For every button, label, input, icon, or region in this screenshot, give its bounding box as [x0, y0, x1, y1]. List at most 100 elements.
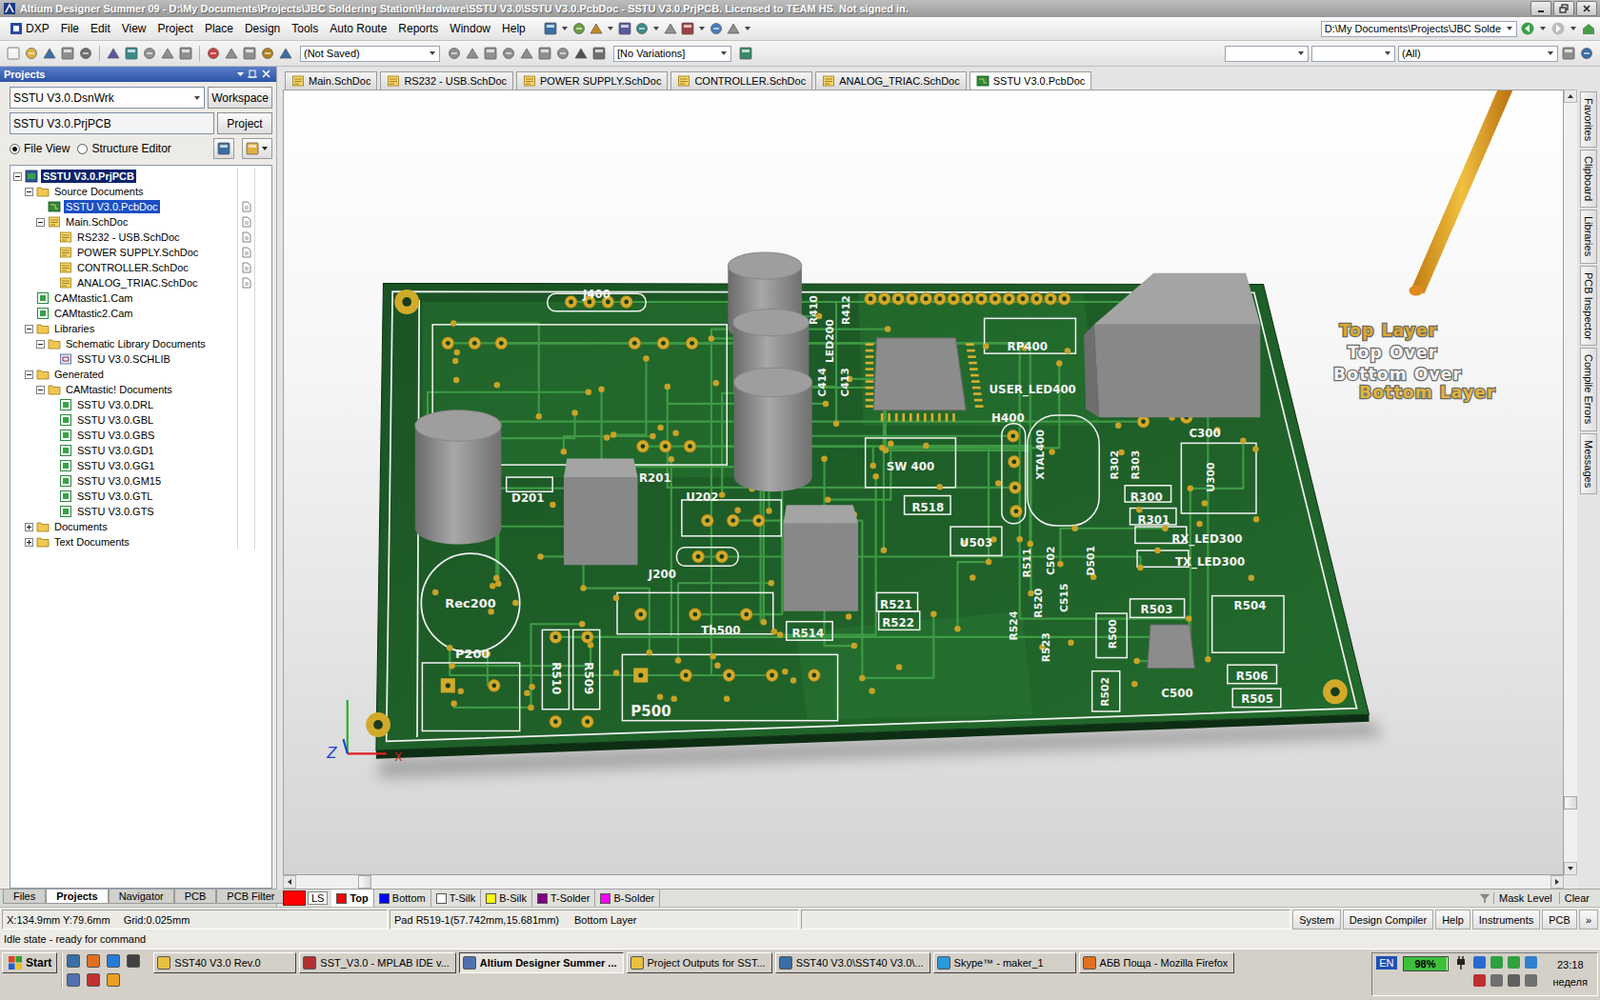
toolbar-icon[interactable]: [205, 45, 221, 61]
tree-item[interactable]: SSTU V3.0.GBL: [10, 412, 272, 428]
pad[interactable]: [947, 292, 960, 305]
dropdown-arrow-icon[interactable]: [1547, 51, 1554, 56]
panel-button[interactable]: Instruments: [1472, 909, 1540, 930]
clock[interactable]: 23:18 неделя: [1543, 953, 1595, 988]
filter-dropdown[interactable]: (All): [1398, 45, 1559, 62]
tree-item[interactable]: Libraries: [10, 320, 272, 337]
tray-icon[interactable]: [1507, 974, 1520, 987]
layer-tab[interactable]: B-Silk: [480, 889, 533, 907]
radio-icon[interactable]: [9, 143, 20, 155]
toolbar-icon[interactable]: [680, 20, 696, 37]
dropdown-arrow-icon[interactable]: [429, 51, 436, 56]
expander-icon[interactable]: [24, 324, 34, 334]
home-icon[interactable]: [1580, 20, 1597, 37]
expander-icon[interactable]: [36, 385, 45, 395]
pad[interactable]: [864, 292, 878, 305]
dropdown-arrow-icon[interactable]: [744, 26, 751, 31]
project-field[interactable]: SSTU V3.0.PrjPCB: [9, 112, 215, 135]
task-button[interactable]: Altium Designer Summer ...: [459, 952, 624, 974]
pad[interactable]: [685, 337, 699, 350]
toolbar-icon[interactable]: [5, 45, 21, 61]
dropdown-arrow-icon[interactable]: [1540, 26, 1546, 31]
view-radio[interactable]: File View: [9, 141, 70, 156]
restore-button[interactable]: [1553, 0, 1575, 17]
tree-item[interactable]: Source Documents: [10, 183, 272, 200]
toolbar-icon[interactable]: [105, 45, 121, 61]
toolbar-icon[interactable]: [223, 45, 240, 61]
options-button[interactable]: [241, 138, 273, 160]
toolbar-icon[interactable]: [1579, 45, 1595, 61]
task-button[interactable]: SST_V3.0 - MPLAB IDE v...: [299, 952, 457, 974]
dropdown-arrow-icon[interactable]: [1384, 51, 1391, 56]
pad[interactable]: [628, 337, 641, 350]
toolbar-icon[interactable]: [738, 45, 754, 61]
tree-item[interactable]: POWER SUPPLY.SchDoc: [10, 244, 272, 260]
radio-icon[interactable]: [77, 143, 88, 155]
view-radio[interactable]: Structure Editor: [77, 141, 171, 156]
microcontroller[interactable]: [873, 338, 966, 411]
scroll-thumb[interactable]: [1563, 796, 1578, 810]
pad[interactable]: [878, 292, 891, 305]
pad[interactable]: [715, 550, 728, 563]
panel-tab[interactable]: Files: [2, 889, 46, 904]
tray-icon[interactable]: [1490, 974, 1503, 987]
dropdown-arrow-icon[interactable]: [194, 96, 200, 100]
side-tab[interactable]: PCB Inspector: [1580, 265, 1598, 347]
tree-item[interactable]: SSTU V3.0.GTS: [10, 503, 272, 520]
pad[interactable]: [580, 630, 594, 643]
workspace-button[interactable]: Workspace: [207, 86, 273, 109]
pad[interactable]: [634, 608, 647, 621]
toolbar-icon[interactable]: [662, 20, 679, 37]
dropdown-arrow-icon[interactable]: [653, 26, 660, 31]
horizontal-scrollbar[interactable]: [282, 875, 1578, 889]
dropdown-arrow-icon[interactable]: [1506, 26, 1513, 31]
compile-button[interactable]: [213, 138, 235, 160]
panel-button[interactable]: PCB: [1541, 909, 1578, 930]
pcb-canvas[interactable]: J400R410R412LED200RP400USER_LED400H400XT…: [282, 89, 1564, 876]
dropdown-arrow-icon[interactable]: [699, 26, 705, 31]
menu-item[interactable]: Auto Route: [323, 20, 393, 38]
task-button[interactable]: Project Outputs for SST...: [626, 952, 773, 974]
tree-item[interactable]: SSTU V3.0.GG1: [10, 458, 272, 474]
pad[interactable]: [1007, 455, 1020, 468]
tree-item[interactable]: SSTU V3.0.GTL: [10, 488, 272, 504]
quick-launch-icon[interactable]: [126, 954, 140, 968]
pad[interactable]: [549, 630, 562, 643]
scroll-track[interactable]: [1563, 102, 1578, 862]
toolbar-icon[interactable]: [617, 20, 633, 37]
panel-button[interactable]: Design Compiler: [1342, 909, 1434, 930]
pad[interactable]: [905, 292, 919, 305]
toolbar-icon[interactable]: [1560, 45, 1577, 61]
document-tab[interactable]: RS232 - USB.SchDoc: [380, 71, 514, 90]
toolbar-icon[interactable]: [216, 140, 232, 157]
pad[interactable]: [692, 550, 705, 563]
variant-dropdown[interactable]: (Not Saved): [300, 45, 440, 62]
task-button[interactable]: SST40 V3.0\SST40 V3.0\...: [775, 952, 931, 974]
pad[interactable]: [636, 440, 649, 453]
dropdown-arrow-icon[interactable]: [261, 146, 268, 151]
pad[interactable]: [1010, 504, 1023, 518]
pad[interactable]: [933, 292, 946, 305]
toolbar-icon[interactable]: [160, 45, 176, 61]
menu-item[interactable]: View: [116, 20, 153, 38]
tree-item[interactable]: Schematic Library Documents: [10, 336, 272, 352]
side-tab[interactable]: Compile Errors: [1580, 347, 1598, 431]
toolbar-icon[interactable]: [464, 45, 480, 61]
expander-icon[interactable]: [24, 522, 34, 532]
toolbar-icon[interactable]: [588, 20, 604, 37]
pad[interactable]: [1006, 429, 1020, 442]
tree-item[interactable]: SSTU V3.0.GD1: [10, 442, 272, 459]
layer-tab[interactable]: T-Solder: [532, 889, 597, 907]
menu-item[interactable]: DXP: [3, 20, 56, 38]
toolbar-icon[interactable]: [500, 45, 517, 61]
panel-tab[interactable]: PCB Filter: [216, 889, 285, 904]
pad[interactable]: [1017, 292, 1030, 305]
tree-item[interactable]: SSTU V3.0.DRL: [10, 397, 272, 413]
tree-item[interactable]: ANALOG_TRIAC.SchDoc: [10, 275, 272, 291]
toolbar-icon[interactable]: [278, 45, 294, 61]
toolbar-icon[interactable]: [244, 140, 260, 157]
scroll-up-button[interactable]: [1563, 89, 1578, 103]
language-indicator[interactable]: EN: [1376, 956, 1397, 970]
quick-launch-icon[interactable]: [66, 973, 80, 987]
tree-item[interactable]: Main.SchDoc: [10, 214, 272, 230]
